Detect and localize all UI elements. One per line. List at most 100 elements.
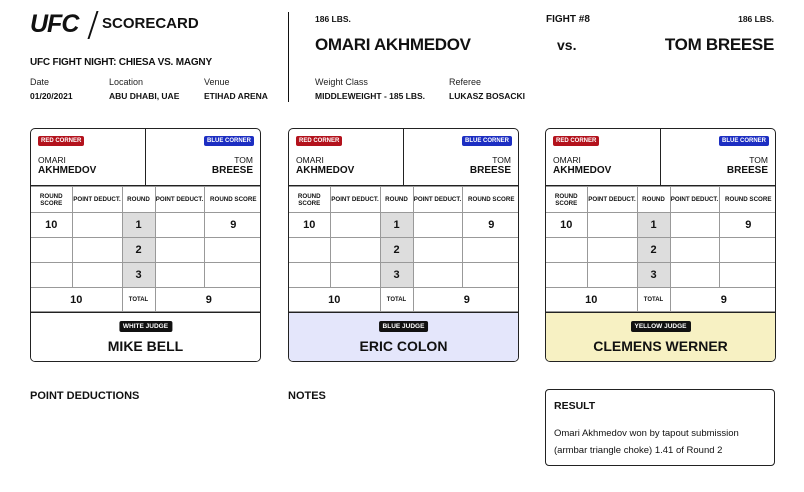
blue-round-score: 9: [203, 212, 260, 238]
red-first-name: OMARI: [38, 155, 66, 165]
blue-total: 9: [154, 287, 260, 312]
blue-point-deduct-header: POINT DEDUCT.: [669, 186, 720, 213]
blue-round-score: [203, 262, 260, 288]
vs-label: vs.: [557, 37, 577, 53]
red-round-score-header: ROUND SCORE: [289, 186, 331, 213]
date-value: 01/20/2021: [30, 91, 73, 101]
red-corner-badge: RED CORNER: [296, 136, 343, 146]
judge-tag: WHITE JUDGE: [118, 321, 173, 332]
red-first-name: OMARI: [296, 155, 324, 165]
red-corner-fighter: OMARI AKHMEDOV: [553, 155, 611, 176]
judge-scorecard-white: RED CORNER OMARI AKHMEDOV BLUE CORNER TO…: [30, 128, 261, 362]
score-table: ROUND SCORE POINT DEDUCT. ROUND POINT DE…: [289, 186, 518, 312]
result-text: Omari Akhmedov won by tapout submission …: [554, 428, 739, 456]
red-round-score: [31, 262, 73, 288]
doc-title: SCORECARD: [102, 15, 199, 32]
blue-point-deduct: [154, 237, 205, 263]
blue-point-deduct: [669, 262, 720, 288]
round-number: 1: [121, 212, 156, 238]
result-box: RESULT Omari Akhmedov won by tapout subm…: [545, 389, 775, 466]
blue-round-score: [461, 237, 518, 263]
brand-logo-text: UFC: [30, 10, 79, 38]
blue-corner-fighter: TOM BREESE: [727, 155, 768, 176]
blue-point-deduct: [669, 237, 720, 263]
red-fighter-name: OMARI AKHMEDOV: [315, 35, 471, 54]
blue-point-deduct: [412, 262, 463, 288]
result-title: RESULT: [554, 400, 596, 412]
red-point-deduct: [71, 262, 123, 288]
judge-tag: YELLOW JUDGE: [630, 321, 691, 332]
score-table-header: ROUND SCORE POINT DEDUCT. ROUND POINT DE…: [289, 186, 518, 213]
red-last-name: AKHMEDOV: [296, 165, 355, 176]
round-number: 2: [379, 237, 414, 263]
blue-round-score: [718, 237, 775, 263]
blue-round-score-header: ROUND SCORE: [203, 186, 260, 213]
total-row: 10 TOTAL 9: [31, 287, 260, 312]
date-label: Date: [30, 77, 50, 87]
blue-round-score: [461, 262, 518, 288]
round-row: 10 1 9: [546, 212, 775, 238]
blue-last-name: BREESE: [726, 165, 768, 176]
judge-name: ERIC COLON: [359, 338, 448, 354]
corner-divider: [145, 129, 146, 186]
red-round-score-header: ROUND SCORE: [546, 186, 588, 213]
blue-round-score: [718, 262, 775, 288]
red-point-deduct-header: POINT DEDUCT.: [329, 186, 381, 213]
blue-fighter-name: TOM BREESE: [664, 35, 774, 54]
judge-panel: BLUE JUDGE ERIC COLON: [289, 312, 518, 361]
blue-point-deduct: [669, 212, 720, 238]
round-number: 3: [121, 262, 156, 288]
round-number: 2: [636, 237, 671, 263]
notes-title: NOTES: [288, 390, 326, 402]
blue-corner-badge: BLUE CORNER: [203, 136, 254, 146]
red-point-deduct: [329, 212, 381, 238]
event-title: UFC FIGHT NIGHT: CHIESA VS. MAGNY: [30, 57, 212, 68]
blue-weight: 186 LBS.: [738, 14, 774, 24]
corner-header: RED CORNER OMARI AKHMEDOV BLUE CORNER TO…: [546, 129, 775, 186]
point-deductions-title: POINT DEDUCTIONS: [30, 390, 140, 402]
round-row: 3: [546, 262, 775, 288]
blue-point-deduct: [154, 262, 205, 288]
round-row: 10 1 9: [31, 212, 260, 238]
blue-corner-fighter: TOM BREESE: [212, 155, 253, 176]
red-point-deduct: [71, 237, 123, 263]
red-point-deduct-header: POINT DEDUCT.: [586, 186, 638, 213]
total-label: TOTAL: [636, 287, 671, 312]
blue-first-name: TOM: [749, 155, 768, 165]
blue-round-score-header: ROUND SCORE: [718, 186, 775, 213]
venue-label: Venue: [204, 77, 230, 87]
red-total: 10: [31, 287, 123, 312]
referee-value: LUKASZ BOSACKI: [449, 91, 526, 101]
red-round-score: [546, 237, 588, 263]
location-value: ABU DHABI, UAE: [109, 91, 180, 101]
total-label: TOTAL: [379, 287, 414, 312]
corner-header: RED CORNER OMARI AKHMEDOV BLUE CORNER TO…: [31, 129, 260, 186]
red-total: 10: [289, 287, 381, 312]
judge-name: MIKE BELL: [107, 338, 184, 354]
red-point-deduct: [329, 262, 381, 288]
round-row: 3: [31, 262, 260, 288]
round-row: 2: [546, 237, 775, 263]
blue-last-name: BREESE: [469, 165, 511, 176]
red-first-name: OMARI: [553, 155, 581, 165]
judge-panel: YELLOW JUDGE CLEMENS WERNER: [546, 312, 775, 361]
total-row: 10 TOTAL 9: [546, 287, 775, 312]
red-round-score: 10: [31, 212, 73, 238]
round-number: 2: [121, 237, 156, 263]
judge-scorecard-yellow: RED CORNER OMARI AKHMEDOV BLUE CORNER TO…: [545, 128, 776, 362]
blue-round-score: 9: [461, 212, 518, 238]
blue-last-name: BREESE: [211, 165, 253, 176]
round-number: 3: [636, 262, 671, 288]
round-row: 10 1 9: [289, 212, 518, 238]
score-table: ROUND SCORE POINT DEDUCT. ROUND POINT DE…: [546, 186, 775, 312]
score-table-header: ROUND SCORE POINT DEDUCT. ROUND POINT DE…: [31, 186, 260, 213]
red-point-deduct: [329, 237, 381, 263]
blue-point-deduct-header: POINT DEDUCT.: [412, 186, 463, 213]
round-header: ROUND: [121, 186, 156, 213]
red-last-name: AKHMEDOV: [553, 165, 612, 176]
blue-first-name: TOM: [492, 155, 511, 165]
round-row: 2: [31, 237, 260, 263]
blue-point-deduct-header: POINT DEDUCT.: [154, 186, 205, 213]
total-label: TOTAL: [121, 287, 156, 312]
round-header: ROUND: [636, 186, 671, 213]
